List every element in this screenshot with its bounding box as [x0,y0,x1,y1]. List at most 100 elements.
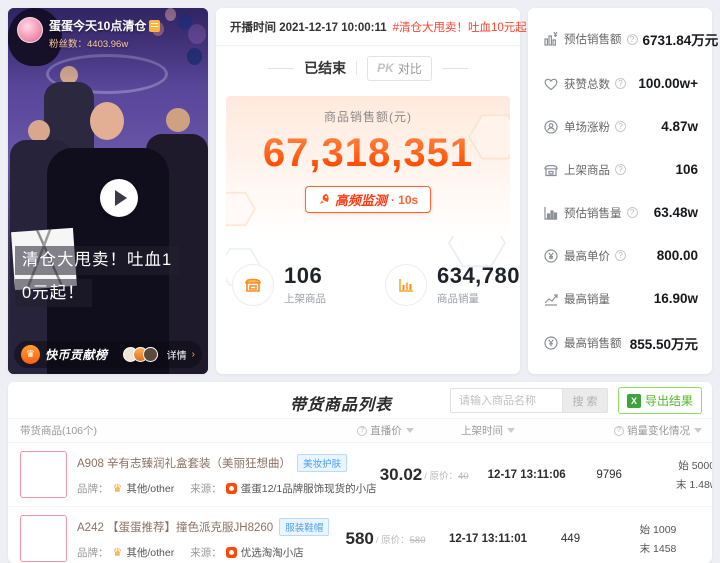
divider [268,67,295,69]
streamer-name: 蛋蛋今天10点清仓 [49,19,147,33]
live-topic: #清仓大甩卖！吐血10元起！ [392,22,539,34]
help-icon[interactable] [615,250,626,261]
help-icon[interactable] [626,33,638,45]
sort-caret-icon [405,428,414,433]
volume-start: 始 1009 [639,523,677,536]
caption-line: 清仓大甩卖！吐血1 [15,246,180,275]
volume-chart-icon [542,204,559,221]
table-row[interactable]: A242 【蛋蛋推荐】撞色派克服JH8260 服装鞋帽 品牌： ♛ 其他/oth… [8,506,712,563]
monitor-interval: · 10s [390,192,419,207]
pk-compare-label: 对比 [397,61,422,76]
caption-line: 0元起！ [15,278,92,307]
streamer-info: 蛋蛋今天10点清仓 粉丝数：4403.96w [17,17,161,50]
table-row[interactable]: A908 辛有志臻润礼盒套装（美丽狂想曲） 美妆护肤 品牌： ♛ 其他/othe… [8,442,712,506]
volume-change: 始 5000 末 1.48w [637,458,712,492]
divider [356,61,358,75]
yen-circle-icon [542,247,559,264]
export-results-button[interactable]: 导出结果 [617,387,702,414]
details-link[interactable]: 详情 [167,347,187,362]
sales-amount-icon [542,31,559,48]
streamer-avatar[interactable] [17,17,43,43]
brand-value: 其他/other [126,482,175,495]
gift-rank-bar[interactable]: ♛ 快币贡献榜 详情 › [14,341,202,368]
tab-ended[interactable]: 已结束 [304,58,346,78]
column-product: 带货商品(106个) [20,425,98,437]
original-price: 40 [458,470,469,482]
product-sales-stat: 634,780 商品销量 [384,263,520,306]
bar-chart-icon [384,263,427,306]
column-listed-time[interactable]: 上架时间 [433,423,543,438]
metric-row-new-followers: 单场涨粉 4.87w [542,118,698,135]
table-title: 带货商品列表 [290,397,393,414]
start-time: 开播时间 2021-12-17 10:00:11 [230,22,387,34]
source-label: 来源： [190,482,222,495]
trend-up-icon [542,290,559,307]
sort-caret-icon [507,428,515,433]
source-value[interactable]: 优选淘淘小店 [241,545,304,560]
crown-icon: ♛ [112,546,123,559]
high-frequency-monitor-button[interactable]: 高频监测 · 10s [304,186,432,213]
help-icon[interactable] [615,164,626,175]
metric-row-estimated-sales-volume: 预估销售量 63.48w [542,204,698,221]
play-button[interactable] [100,179,138,217]
pk-icon: PK [377,61,394,75]
help-icon[interactable] [615,78,626,89]
person-silhouette [28,120,50,142]
metric-row-highest-sales-amount: 最高销售额 855.50万元 [542,333,698,353]
excel-icon [626,393,641,408]
product-table-card: 带货商品列表 搜 索 导出结果 带货商品(106个) 直播价 上架时间 销量变化… [8,382,712,563]
product-image[interactable] [20,451,67,498]
source-value[interactable]: 蛋蛋12/1品牌服饰现货的小店 [241,481,377,496]
product-image[interactable] [20,515,67,562]
shop-icon [542,161,559,178]
source-label: 来源： [190,546,222,559]
yen-circle-icon [542,335,559,352]
category-tag: 美妆护肤 [297,453,348,472]
brand-label: 品牌： [77,482,109,495]
gift-rank-label: 快币贡献榜 [45,348,108,362]
live-video-player[interactable]: 蛋蛋今天10点清仓 粉丝数：4403.96w 清仓大甩卖！吐血1 0元起！ ♛ … [8,8,208,374]
listed-products-value: 106 [284,263,323,288]
search-input[interactable] [450,388,562,413]
volume-change: 始 1009 末 1458 [598,522,712,556]
help-icon[interactable] [626,207,638,218]
metric-row-listed-products: 上架商品 106 [542,161,698,178]
product-name[interactable]: A242 【蛋蛋推荐】撞色派克服JH8260 [77,519,273,535]
product-name[interactable]: A908 辛有志臻润礼盒套装（美丽狂想曲） [77,455,291,471]
contributor-avatars[interactable] [122,347,158,362]
status-tabs: 已结束 PK 对比 [216,46,520,90]
live-price: 30.02 [379,464,423,484]
original-price: 580 [409,534,426,546]
sort-caret-icon [694,428,702,433]
shop-icon [232,263,274,306]
live-header: 开播时间 2021-12-17 10:00:11 #清仓大甩卖！吐血10元起！ [216,8,538,46]
help-icon[interactable] [357,425,368,436]
brand-label: 品牌： [77,546,109,559]
live-sales-card: 开播时间 2021-12-17 10:00:11 #清仓大甩卖！吐血10元起！ … [216,8,538,374]
monitor-label: 高频监测 [334,193,387,208]
sold-count: 449 [560,532,581,545]
crown-coin-icon: ♛ [21,345,40,364]
crown-icon: ♛ [112,482,123,495]
metrics-panel: 预估销售额 6731.84万元 获赞总数 100.00w+ 单场涨粉 4.87w… [528,8,718,374]
volume-end: 末 1.48w [675,478,712,491]
listed-products-stat: 106 上架商品 [232,263,365,306]
product-sales-value: 634,780 [436,263,520,288]
brand-value: 其他/other [126,546,175,559]
note-icon[interactable] [149,19,161,32]
listed-products-label: 上架商品 [284,293,326,305]
search-button[interactable]: 搜 索 [562,388,608,413]
column-live-price[interactable]: 直播价 [338,423,433,438]
pk-compare-button[interactable]: PK 对比 [367,55,432,81]
metric-row-estimated-sales-amount: 预估销售额 6731.84万元 [542,29,718,49]
metric-row-highest-volume: 最高销量 16.90w [542,290,698,307]
metric-row-highest-price: 最高单价 800.00 [542,247,698,264]
help-icon[interactable] [615,121,626,132]
sales-amount-title: 商品销售额(元) [324,110,412,124]
followers-count: 粉丝数：4403.96w [49,39,129,50]
sales-amount-panel: 商品销售额(元) 67,318,351 高频监测 · 10s [226,96,510,236]
avatar [142,347,158,362]
product-sales-label: 商品销量 [436,293,479,305]
help-icon[interactable] [614,425,624,436]
column-volume-change[interactable]: 销量变化情况 [598,423,712,438]
